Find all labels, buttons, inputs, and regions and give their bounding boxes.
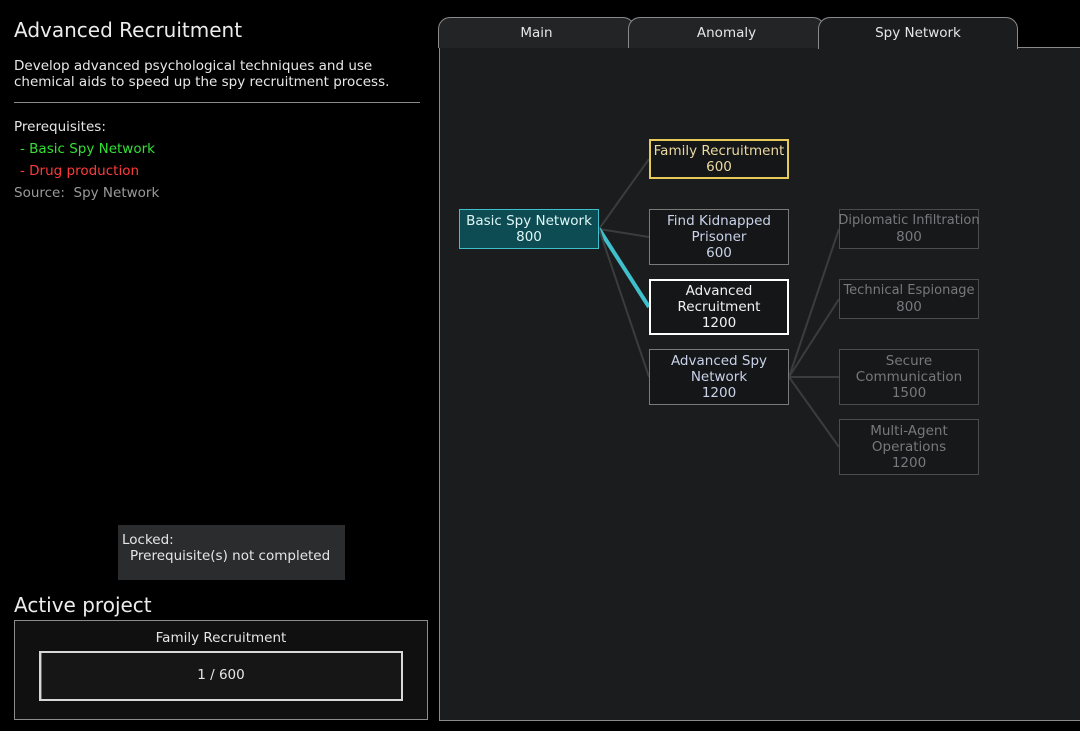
tech-node-family-recruitment[interactable]: Family Recruitment 600 [649,139,789,179]
tech-node-basic-spy-network[interactable]: Basic Spy Network 800 [459,209,599,249]
tech-node-cost: 1200 [891,455,927,471]
tech-node-name: Advanced Recruitment [677,283,761,315]
tech-node-cost: 1200 [701,385,737,401]
tech-node-cost: 600 [706,245,732,261]
tech-node-advanced-spy-network[interactable]: Advanced Spy Network 1200 [649,349,789,405]
tab-spy-network[interactable]: Spy Network [818,17,1018,49]
tech-node-name: Secure Communication [855,353,963,385]
tech-node-name: Basic Spy Network [466,213,592,229]
tech-node-name: Multi-Agent Operations [870,423,948,455]
tech-node-cost: 800 [896,299,922,315]
tech-node-cost: 600 [706,159,732,175]
tech-node-find-kidnapped-prisoner[interactable]: Find Kidnapped Prisoner 600 [649,209,789,265]
tech-node-secure-communication[interactable]: Secure Communication 1500 [839,349,979,405]
tech-node-name: Family Recruitment [653,143,785,159]
tech-link-advanced-spy-network-to-technical-espionage [788,298,840,378]
tech-node-name: Find Kidnapped Prisoner [667,213,771,245]
tech-node-diplomatic-infiltration[interactable]: Diplomatic Infiltration 800 [838,209,980,249]
tech-node-name: Diplomatic Infiltration [838,213,980,228]
tech-link-advanced-spy-network-to-multi-agent-operations [788,376,840,448]
tech-link-basic-spy-network-to-find-kidnapped-prisoner [598,228,650,238]
tech-node-advanced-recruitment[interactable]: Advanced Recruitment 1200 [649,279,789,335]
tech-link-advanced-spy-network-to-diplomatic-infiltration [788,228,840,378]
tech-node-name: Technical Espionage [843,283,975,298]
tech-node-cost: 800 [896,229,922,245]
tech-link-basic-spy-network-to-advanced-recruitment [597,227,651,309]
tech-link-basic-spy-network-to-family-recruitment [598,158,650,230]
tech-node-cost: 1500 [891,385,927,401]
tech-link-basic-spy-network-to-advanced-spy-network [598,228,650,378]
tech-node-name: Advanced Spy Network [670,353,768,385]
tech-node-multi-agent-operations[interactable]: Multi-Agent Operations 1200 [839,419,979,475]
tech-node-cost: 1200 [701,315,737,331]
tech-node-cost: 800 [516,229,542,245]
tech-node-technical-espionage[interactable]: Technical Espionage 800 [839,279,979,319]
